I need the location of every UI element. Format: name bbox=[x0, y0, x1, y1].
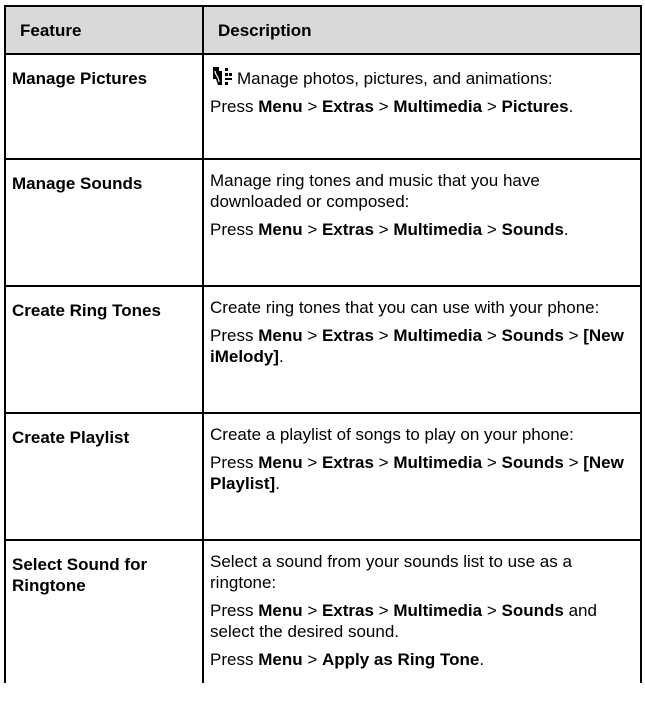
description-intro: Manage ring tones and music that you hav… bbox=[210, 171, 540, 211]
menu-path: Press Menu > Extras > Multimedia > Pictu… bbox=[210, 97, 574, 116]
feature-description: Create a playlist of songs to play on yo… bbox=[202, 412, 642, 541]
table-row: Create Playlist Create a playlist of son… bbox=[4, 412, 642, 541]
multimedia-icon bbox=[213, 67, 232, 85]
description-intro: Create ring tones that you can use with … bbox=[210, 298, 600, 317]
feature-description: Manage ring tones and music that you hav… bbox=[202, 158, 642, 287]
menu-path: Press Menu > Extras > Multimedia > Sound… bbox=[210, 601, 597, 641]
menu-path: Press Menu > Extras > Multimedia > Sound… bbox=[210, 326, 624, 366]
description-intro: Create a playlist of songs to play on yo… bbox=[210, 425, 574, 444]
table-row: Create Ring Tones Create ring tones that… bbox=[4, 285, 642, 414]
feature-name: Create Ring Tones bbox=[4, 285, 204, 414]
column-header-feature: Feature bbox=[4, 5, 204, 55]
menu-path-apply: Press Menu > Apply as Ring Tone. bbox=[210, 650, 485, 669]
menu-path: Press Menu > Extras > Multimedia > Sound… bbox=[210, 220, 569, 239]
menu-path: Press Menu > Extras > Multimedia > Sound… bbox=[210, 453, 624, 493]
table-row: Select Sound for Ringtone Select a sound… bbox=[4, 539, 642, 683]
feature-name: Create Playlist bbox=[4, 412, 204, 541]
description-intro: Manage photos, pictures, and animations: bbox=[210, 65, 632, 89]
description-intro: Select a sound from your sounds list to … bbox=[210, 552, 572, 592]
document-page: Feature Description Manage Pictures Mana… bbox=[0, 0, 645, 706]
table-row: Manage Pictures Manage photos, pictures,… bbox=[4, 53, 642, 160]
column-header-description: Description bbox=[202, 5, 642, 55]
table-row: Manage Sounds Manage ring tones and musi… bbox=[4, 158, 642, 287]
feature-description: Select a sound from your sounds list to … bbox=[202, 539, 642, 683]
feature-table: Feature Description Manage Pictures Mana… bbox=[4, 5, 642, 683]
feature-name: Select Sound for Ringtone bbox=[4, 539, 204, 683]
feature-name: Manage Pictures bbox=[4, 53, 204, 160]
table-header-row: Feature Description bbox=[4, 5, 642, 55]
feature-description: Manage photos, pictures, and animations:… bbox=[202, 53, 642, 160]
feature-description: Create ring tones that you can use with … bbox=[202, 285, 642, 414]
feature-name: Manage Sounds bbox=[4, 158, 204, 287]
